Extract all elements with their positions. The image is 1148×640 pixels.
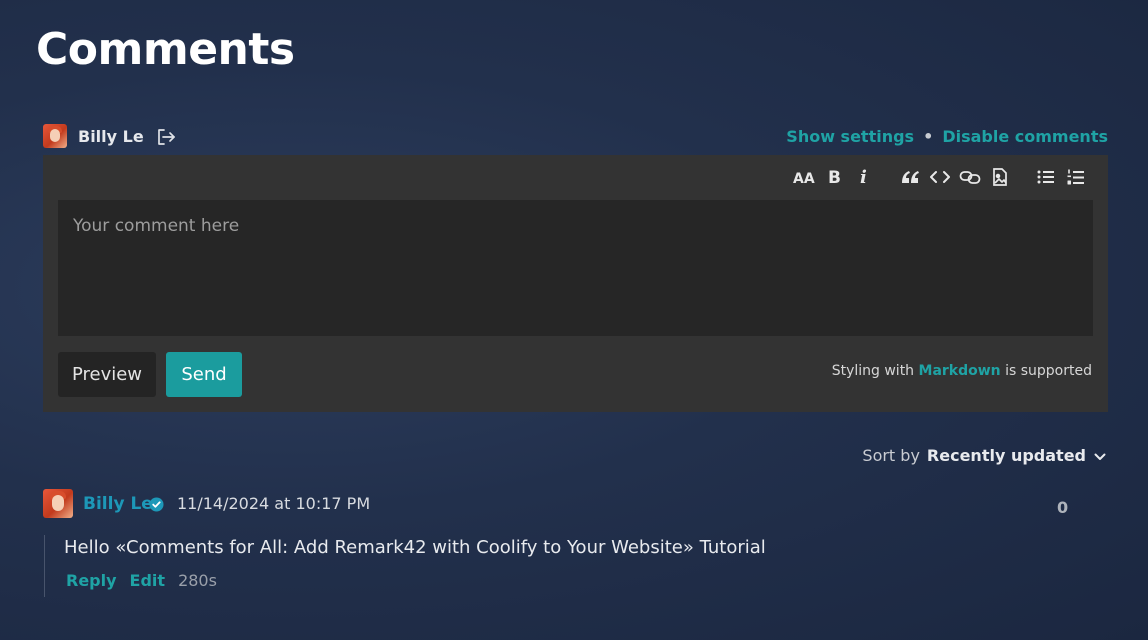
edit-timer: 280s xyxy=(178,571,217,590)
settings-links: Show settings • Disable comments xyxy=(786,127,1108,146)
logout-icon[interactable] xyxy=(156,128,176,146)
chevron-down-icon[interactable] xyxy=(1094,446,1106,465)
markdown-toolbar: AA B i xyxy=(786,165,1088,189)
sort-select[interactable]: Recently updated xyxy=(927,446,1086,465)
comment-score: 0 xyxy=(1057,498,1069,517)
current-user-name[interactable]: Billy Le xyxy=(78,127,144,146)
avatar xyxy=(43,124,67,148)
image-icon[interactable] xyxy=(988,165,1012,189)
edit-button[interactable]: Edit xyxy=(130,571,166,590)
header-glyph: AA xyxy=(793,171,815,186)
page-title: Comments xyxy=(36,24,295,75)
markdown-link[interactable]: Markdown xyxy=(919,363,1001,379)
code-icon[interactable] xyxy=(928,165,952,189)
sort-control[interactable]: Sort by Recently updated xyxy=(862,446,1106,465)
ordered-list-icon[interactable] xyxy=(1064,165,1088,189)
markdown-note-prefix: Styling with xyxy=(831,363,915,379)
disable-comments-link[interactable]: Disable comments xyxy=(942,127,1108,146)
link-icon[interactable] xyxy=(958,165,982,189)
comment-avatar[interactable] xyxy=(43,489,73,518)
comment-textarea[interactable] xyxy=(58,200,1093,336)
sort-label: Sort by xyxy=(862,446,920,465)
quote-icon[interactable] xyxy=(898,165,922,189)
header-icon[interactable]: AA xyxy=(792,165,816,189)
comment-author[interactable]: Billy Le xyxy=(83,494,153,514)
bold-glyph: B xyxy=(828,168,841,186)
markdown-note: Styling with Markdown is supported xyxy=(832,363,1092,379)
show-settings-link[interactable]: Show settings xyxy=(786,127,914,146)
preview-button[interactable]: Preview xyxy=(58,352,156,397)
separator-dot: • xyxy=(923,127,934,146)
bold-icon[interactable]: B xyxy=(822,165,846,189)
verified-icon xyxy=(149,497,164,512)
italic-glyph: i xyxy=(860,168,867,186)
send-button[interactable]: Send xyxy=(166,352,242,397)
reply-button[interactable]: Reply xyxy=(66,571,117,590)
comment-actions: Reply Edit 280s xyxy=(66,571,217,590)
thread-line xyxy=(44,535,45,597)
markdown-note-suffix: is supported xyxy=(1005,363,1092,379)
italic-icon[interactable]: i xyxy=(852,165,876,189)
auth-bar: Billy Le Show settings • Disable comments xyxy=(43,124,1108,150)
comment-text: Hello «Comments for All: Add Remark42 wi… xyxy=(64,537,766,558)
comment-timestamp[interactable]: 11/14/2024 at 10:17 PM xyxy=(177,494,370,513)
comment-editor: AA B i Your comment here Preview Send St… xyxy=(43,155,1108,412)
unordered-list-icon[interactable] xyxy=(1034,165,1058,189)
